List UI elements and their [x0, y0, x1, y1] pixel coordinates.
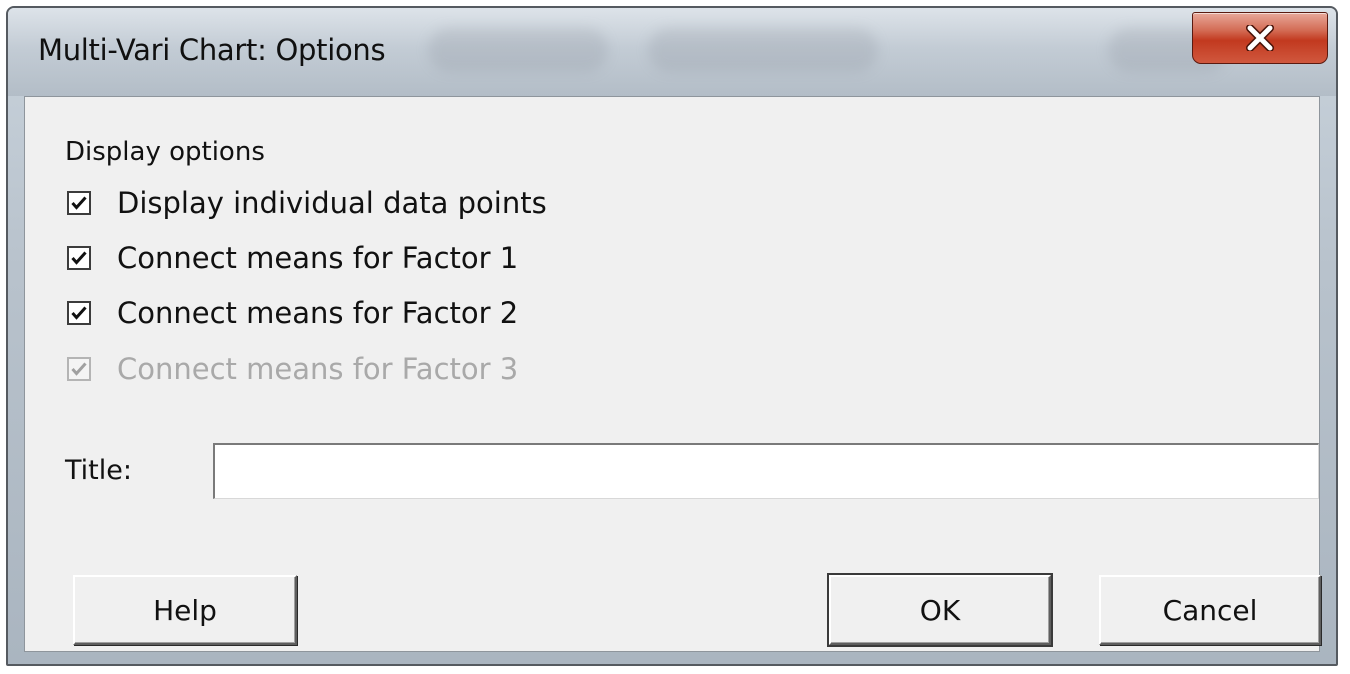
checkbox-box[interactable]	[67, 191, 91, 215]
window-title: Multi-Vari Chart: Options	[38, 33, 386, 67]
display-options-label: Display options	[65, 137, 265, 167]
check-icon	[71, 362, 87, 376]
help-button[interactable]: Help	[73, 575, 297, 645]
check-icon	[71, 196, 87, 210]
check-icon	[71, 306, 87, 320]
check-icon	[71, 251, 87, 265]
checkbox-connect-means-factor-1[interactable]: Connect means for Factor 1	[67, 238, 518, 278]
checkbox-connect-means-factor-3: Connect means for Factor 3	[67, 349, 518, 389]
cancel-button[interactable]: Cancel	[1099, 575, 1321, 645]
title-input[interactable]	[213, 443, 1319, 499]
ok-button[interactable]: OK	[827, 573, 1053, 647]
checkbox-box[interactable]	[67, 301, 91, 325]
close-button[interactable]	[1192, 12, 1328, 64]
checkbox-box[interactable]	[67, 246, 91, 270]
checkbox-label: Display individual data points	[117, 186, 547, 220]
checkbox-label: Connect means for Factor 1	[117, 241, 519, 275]
checkbox-display-individual-data-points[interactable]: Display individual data points	[67, 183, 547, 223]
dialog-window: Multi-Vari Chart: Options Display option…	[6, 6, 1338, 666]
checkbox-label: Connect means for Factor 2	[117, 296, 519, 330]
checkbox-label: Connect means for Factor 3	[117, 352, 519, 386]
checkbox-connect-means-factor-2[interactable]: Connect means for Factor 2	[67, 293, 518, 333]
close-icon	[1245, 25, 1275, 51]
title-bar[interactable]: Multi-Vari Chart: Options	[8, 8, 1336, 96]
title-field-label: Title:	[65, 455, 132, 486]
checkbox-box	[67, 357, 91, 381]
dialog-content: Display options Display individual data …	[24, 96, 1321, 652]
